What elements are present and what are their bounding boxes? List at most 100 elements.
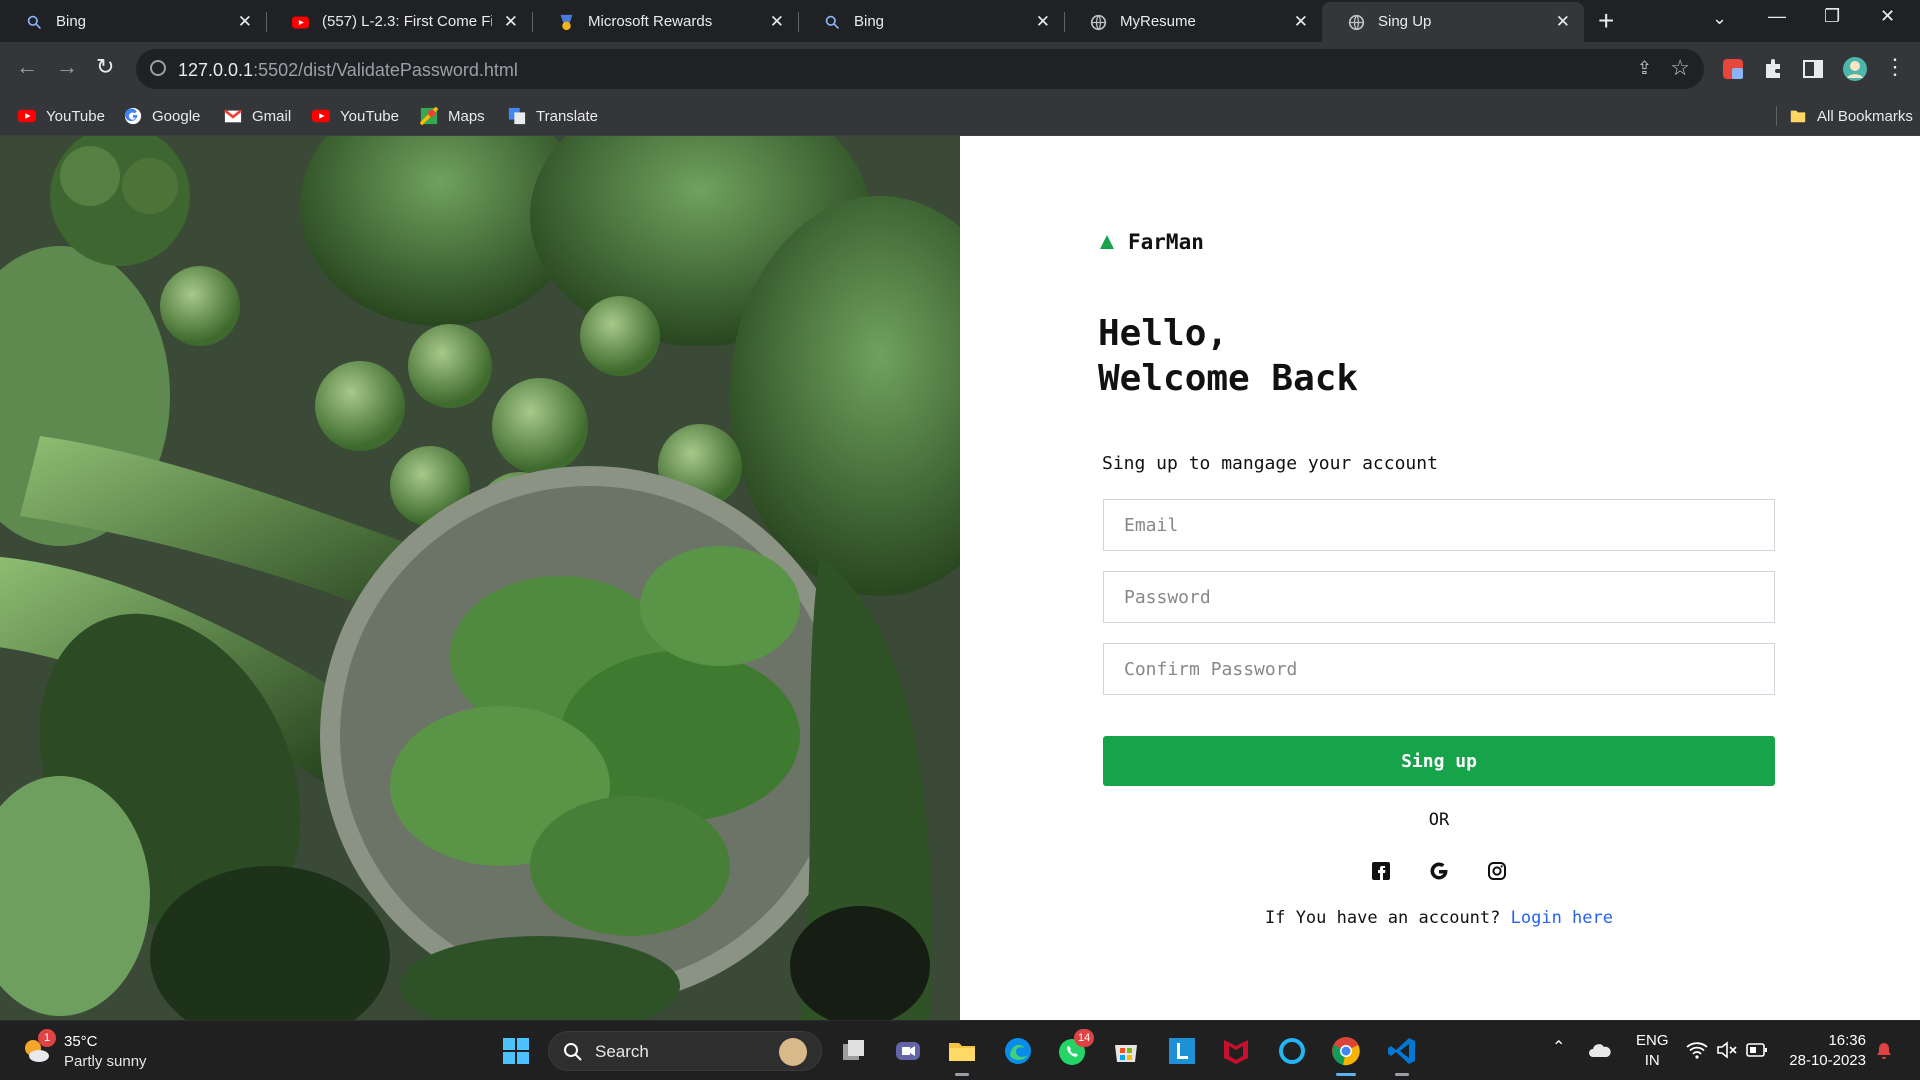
bookmark-youtube-2[interactable]: YouTube [312, 106, 399, 126]
back-icon[interactable]: ← [16, 54, 38, 80]
reload-icon[interactable]: ↻ [96, 54, 114, 80]
extensions-puzzle-icon[interactable] [1762, 58, 1784, 80]
tab-title: Microsoft Rewards [588, 13, 713, 30]
all-bookmarks-folder[interactable]: All Bookmarks [1776, 106, 1913, 126]
close-icon[interactable]: ✕ [238, 12, 252, 32]
tab-bing-2[interactable]: Bing ✕ [798, 2, 1065, 42]
tab-myresume[interactable]: MyResume ✕ [1064, 2, 1322, 42]
brand-name: FarMan [1128, 230, 1204, 254]
login-prompt-text: If You have an account? [1264, 908, 1501, 928]
bing-icon [27, 15, 42, 30]
signup-button[interactable]: Sing up [1103, 736, 1775, 786]
whatsapp-badge: 14 [1074, 1029, 1095, 1047]
brand-logo[interactable]: FarMan [1100, 230, 1204, 254]
close-icon[interactable]: ✕ [1294, 12, 1308, 32]
battery-icon[interactable] [1746, 1042, 1768, 1058]
weather-desc: Partly sunny [64, 1053, 147, 1070]
tab-title: (557) L-2.3: First Come First [322, 13, 492, 30]
windows-start-icon[interactable] [500, 1035, 532, 1067]
bookmark-gmail[interactable]: Gmail [224, 106, 291, 126]
tab-strip: Bing ✕ (557) L-2.3: First Come First ✕ M… [0, 0, 1920, 42]
teams-meet-icon[interactable] [892, 1035, 924, 1067]
youtube-icon [312, 109, 330, 123]
page-content: FarMan Hello, Welcome Back Sing up to ma… [0, 136, 1920, 1020]
taskbar-search[interactable]: Search [548, 1031, 822, 1071]
forward-icon[interactable]: → [56, 54, 78, 80]
bookmark-maps[interactable]: Maps [420, 106, 485, 126]
globe-icon [1348, 14, 1365, 31]
chrome-icon[interactable] [1330, 1035, 1362, 1067]
form-subtitle: Sing up to mangage your account [1102, 453, 1438, 474]
address-bar[interactable]: 127.0.0.1:5502/dist/ValidatePassword.htm… [136, 49, 1704, 89]
email-field[interactable] [1103, 499, 1775, 551]
browser-toolbar: ← → ↻ 127.0.0.1:5502/dist/ValidatePasswo… [0, 42, 1920, 96]
l-app-icon[interactable] [1166, 1035, 1198, 1067]
or-divider: OR [1428, 810, 1450, 830]
tab-microsoft-rewards[interactable]: Microsoft Rewards ✕ [532, 2, 799, 42]
tab-bing-1[interactable]: Bing ✕ [0, 2, 267, 42]
login-link[interactable]: Login here [1511, 908, 1613, 928]
running-indicator [1336, 1073, 1356, 1076]
google-icon[interactable] [1428, 860, 1450, 882]
tab-sing-up[interactable]: Sing Up ✕ [1322, 2, 1584, 42]
clock-time: 16:36 [1828, 1032, 1866, 1049]
side-panel-icon[interactable] [1802, 58, 1824, 80]
edge-icon[interactable] [1002, 1035, 1034, 1067]
tab-youtube-video[interactable]: (557) L-2.3: First Come First ✕ [266, 2, 533, 42]
search-icon [564, 1043, 582, 1061]
vscode-icon[interactable] [1386, 1035, 1418, 1067]
wifi-icon[interactable] [1686, 1041, 1708, 1059]
bookmarks-bar: YouTube Google Gmail YouTube Maps Transl… [0, 96, 1920, 136]
windows-taskbar: 1 35°C Partly sunny Search 14 ⌃ ENG IN 1… [0, 1020, 1920, 1080]
notification-bell-icon[interactable] [1874, 1041, 1894, 1061]
weather-temp: 35°C [64, 1033, 98, 1050]
onedrive-icon[interactable] [1588, 1041, 1612, 1059]
lang-line-1: ENG [1636, 1032, 1669, 1049]
volume-muted-icon[interactable] [1716, 1041, 1738, 1059]
microsoft-store-icon[interactable] [1110, 1035, 1142, 1067]
youtube-icon [292, 16, 309, 29]
confirm-password-field[interactable] [1103, 643, 1775, 695]
vegetables-hero-image [0, 136, 960, 1020]
task-view-icon[interactable] [838, 1035, 870, 1067]
running-indicator [955, 1073, 969, 1076]
share-icon[interactable]: ⇪ [1637, 58, 1652, 79]
chevron-up-icon[interactable]: ⌃ [1552, 1037, 1565, 1057]
bookmark-star-icon[interactable]: ☆ [1670, 55, 1690, 81]
url-text[interactable]: 127.0.0.1:5502/dist/ValidatePassword.htm… [178, 60, 518, 81]
close-icon[interactable]: ✕ [504, 12, 518, 32]
file-explorer-icon[interactable] [946, 1035, 978, 1067]
bing-icon [825, 15, 840, 30]
minimize-button[interactable]: — [1768, 6, 1786, 27]
cortana-icon[interactable] [1276, 1035, 1308, 1067]
bookmark-translate[interactable]: Translate [508, 106, 598, 126]
language-indicator[interactable]: ENG IN [1636, 1031, 1669, 1071]
close-icon[interactable]: ✕ [1036, 12, 1050, 32]
mcafee-icon[interactable] [1220, 1035, 1252, 1067]
site-info-icon[interactable] [150, 60, 166, 76]
password-field[interactable] [1103, 571, 1775, 623]
bookmark-google[interactable]: Google [124, 106, 200, 126]
folder-icon [1790, 110, 1806, 123]
greeting-line-1: Hello, [1098, 313, 1229, 354]
restore-button[interactable]: ❐ [1824, 6, 1840, 27]
close-icon[interactable]: ✕ [770, 12, 784, 32]
bookmark-youtube[interactable]: YouTube [18, 106, 105, 126]
bookmark-label: YouTube [340, 107, 399, 125]
extension-icon[interactable] [1722, 58, 1744, 80]
weather-badge: 1 [38, 1029, 56, 1047]
globe-icon [1090, 14, 1107, 31]
triangle-logo-icon [1100, 235, 1114, 249]
facebook-icon[interactable] [1370, 860, 1392, 882]
profile-avatar-icon[interactable] [1842, 56, 1868, 82]
greeting-line-2: Welcome Back [1098, 358, 1359, 399]
instagram-icon[interactable] [1486, 860, 1508, 882]
close-window-button[interactable]: ✕ [1880, 6, 1895, 27]
tab-search-icon[interactable]: ⌄ [1712, 8, 1727, 29]
search-highlight-icon [779, 1038, 807, 1066]
new-tab-button[interactable]: + [1598, 6, 1614, 36]
system-clock[interactable]: 16:36 28-10-2023 [1789, 1031, 1866, 1071]
menu-kebab-icon[interactable]: ⋮ [1884, 54, 1906, 80]
close-icon[interactable]: ✕ [1556, 12, 1570, 32]
bookmark-label: All Bookmarks [1817, 107, 1913, 125]
